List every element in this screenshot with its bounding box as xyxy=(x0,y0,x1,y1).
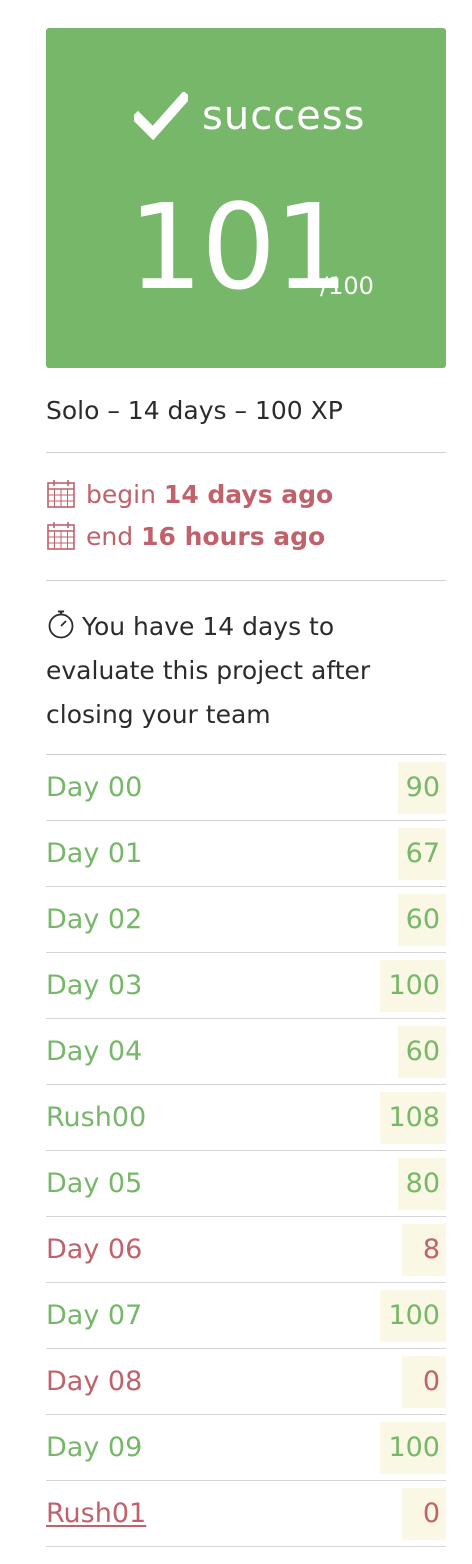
project-score: 90 xyxy=(397,761,446,814)
project-row[interactable]: Day 09 100 xyxy=(46,1415,446,1481)
project-score: 80 xyxy=(397,1157,446,1210)
project-score: 0 xyxy=(402,1355,446,1408)
check-icon xyxy=(134,92,188,140)
project-name[interactable]: Day 01 xyxy=(46,838,142,869)
project-score: 67 xyxy=(397,827,446,880)
project-name[interactable]: Day 08 xyxy=(46,1366,142,1397)
project-score: 108 xyxy=(380,1091,446,1144)
project-row[interactable]: Day 01 67 xyxy=(46,821,446,887)
end-value: 16 hours ago xyxy=(141,521,326,551)
project-row[interactable]: Day 07 100 xyxy=(46,1283,446,1349)
project-row[interactable]: Day 02 60 xyxy=(46,887,446,953)
begin-value: 14 days ago xyxy=(163,479,334,509)
project-name[interactable]: Day 04 xyxy=(46,1036,142,1067)
max-mark: /100 xyxy=(320,272,374,300)
end-label: end xyxy=(86,521,134,551)
project-row[interactable]: Day 08 0 xyxy=(46,1349,446,1415)
project-name[interactable]: Rush01 xyxy=(46,1498,146,1529)
project-row[interactable]: Day 06 8 xyxy=(46,1217,446,1283)
project-name[interactable]: Day 02 xyxy=(46,904,142,935)
calendar-icon xyxy=(47,522,75,550)
project-row[interactable]: Day 00 90 xyxy=(46,755,446,821)
project-score: 60 xyxy=(397,1025,446,1078)
project-name[interactable]: Day 03 xyxy=(46,970,142,1001)
project-name[interactable]: Day 00 xyxy=(46,772,142,803)
evaluation-notice-text: You have 14 days to evaluate this projec… xyxy=(46,612,371,729)
project-name[interactable]: Day 05 xyxy=(46,1168,142,1199)
status-row: success xyxy=(134,84,365,148)
project-score: 100 xyxy=(380,1421,446,1474)
projects-list: Day 00 90 Day 01 67 Day 02 60 Day 03 100 Day 04 6… xyxy=(46,755,446,1547)
project-score: 100 xyxy=(380,959,446,1012)
project-name[interactable]: Day 06 xyxy=(46,1234,142,1265)
end-date-row: end 16 hours ago xyxy=(46,515,446,557)
project-row[interactable]: Rush01 0 xyxy=(46,1481,446,1547)
final-mark-card: success 101 /100 xyxy=(46,28,446,368)
project-score: 0 xyxy=(402,1487,446,1540)
project-row[interactable]: Day 04 60 xyxy=(46,1019,446,1085)
calendar-icon xyxy=(47,480,75,508)
final-mark: 101 xyxy=(128,178,349,316)
project-row[interactable]: Day 05 80 xyxy=(46,1151,446,1217)
project-panel: success 101 /100 Solo – 14 days – 100 XP… xyxy=(46,28,446,1547)
project-name[interactable]: Day 07 xyxy=(46,1300,142,1331)
evaluation-notice: You have 14 days to evaluate this projec… xyxy=(46,581,446,755)
project-score: 60 xyxy=(397,893,446,946)
project-row[interactable]: Rush00 108 xyxy=(46,1085,446,1151)
project-score: 100 xyxy=(380,1289,446,1342)
project-row[interactable]: Day 03 100 xyxy=(46,953,446,1019)
project-meta: Solo – 14 days – 100 XP xyxy=(46,368,446,453)
project-dates: begin 14 days ago end 16 hours ago xyxy=(46,453,446,581)
begin-label: begin xyxy=(86,479,156,509)
begin-date-row: begin 14 days ago xyxy=(46,473,446,515)
status-text: success xyxy=(202,93,366,139)
project-name[interactable]: Day 09 xyxy=(46,1432,142,1463)
project-score: 8 xyxy=(402,1223,446,1276)
stopwatch-icon xyxy=(48,610,74,639)
project-name[interactable]: Rush00 xyxy=(46,1102,146,1133)
